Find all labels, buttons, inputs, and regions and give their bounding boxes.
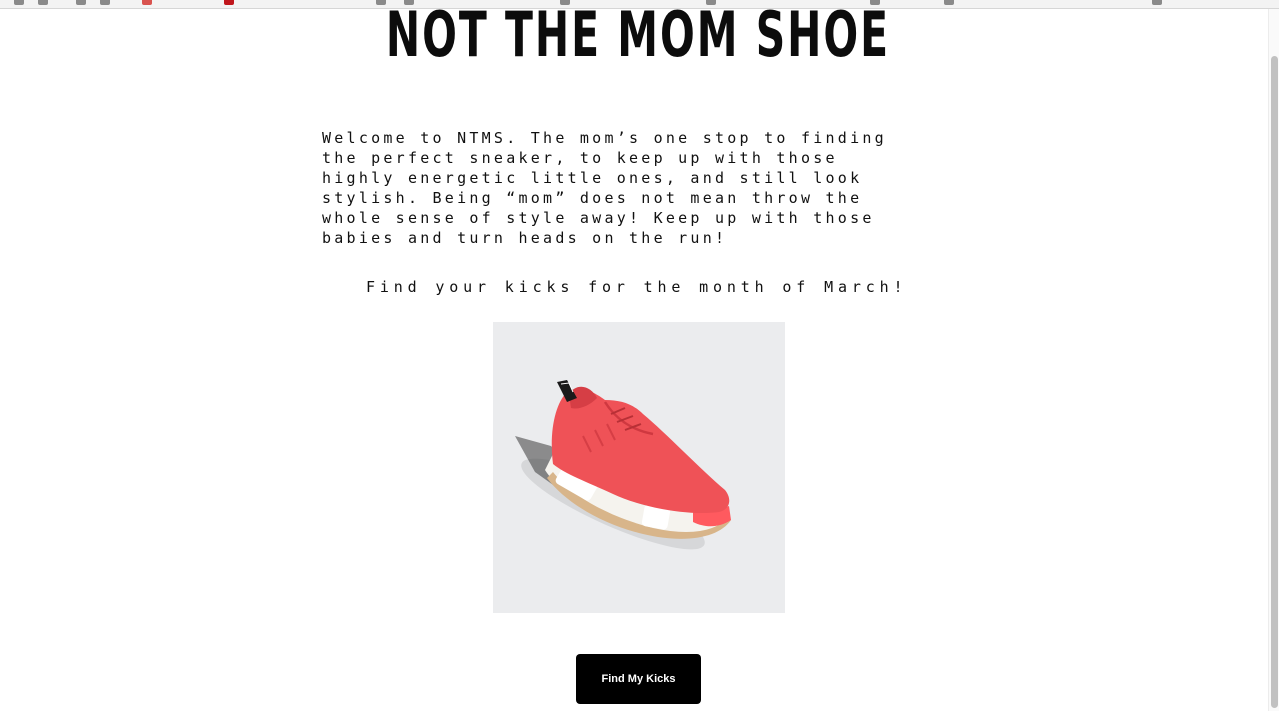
bookmark-icon[interactable]: [404, 0, 414, 5]
intro-line: highly energetic little ones, and still …: [322, 169, 863, 187]
bookmark-icon[interactable]: [376, 0, 386, 5]
intro-line: stylish. Being “mom” does not mean throw…: [322, 189, 863, 207]
product-image: [493, 322, 785, 613]
page-content: NOT THE MOM SHOE Welcome to NTMS. The mo…: [0, 9, 1268, 711]
scrollbar-thumb[interactable]: [1271, 56, 1278, 708]
pinterest-bookmark-icon[interactable]: [224, 0, 234, 5]
bookmark-icon[interactable]: [1152, 0, 1162, 5]
bookmark-icon[interactable]: [870, 0, 880, 5]
intro-line: babies and turn heads on the run!: [322, 229, 728, 247]
bookmark-icon[interactable]: [944, 0, 954, 5]
site-title: NOT THE MOM SHOE: [385, 9, 891, 71]
bookmark-icon[interactable]: [706, 0, 716, 5]
intro-paragraph: Welcome to NTMS. The mom’s one stop to f…: [322, 128, 902, 248]
sneaker-image-icon: [515, 380, 731, 550]
bookmark-icon[interactable]: [560, 0, 570, 5]
bookmark-icon[interactable]: [14, 0, 24, 5]
intro-line: the perfect sneaker, to keep up with tho…: [322, 149, 838, 167]
bookmark-icon[interactable]: [38, 0, 48, 5]
intro-line: whole sense of style away! Keep up with …: [322, 209, 875, 227]
vertical-scrollbar[interactable]: [1268, 9, 1279, 711]
intro-line: Welcome to NTMS. The mom’s one stop to f…: [322, 129, 887, 147]
bookmark-icon[interactable]: [142, 0, 152, 5]
browser-bookmarks-bar: [0, 0, 1279, 9]
promo-heading: Find your kicks for the month of March!: [366, 278, 908, 296]
bookmark-icon[interactable]: [76, 0, 86, 5]
bookmark-icon[interactable]: [100, 0, 110, 5]
find-my-kicks-button[interactable]: Find My Kicks: [576, 654, 701, 704]
